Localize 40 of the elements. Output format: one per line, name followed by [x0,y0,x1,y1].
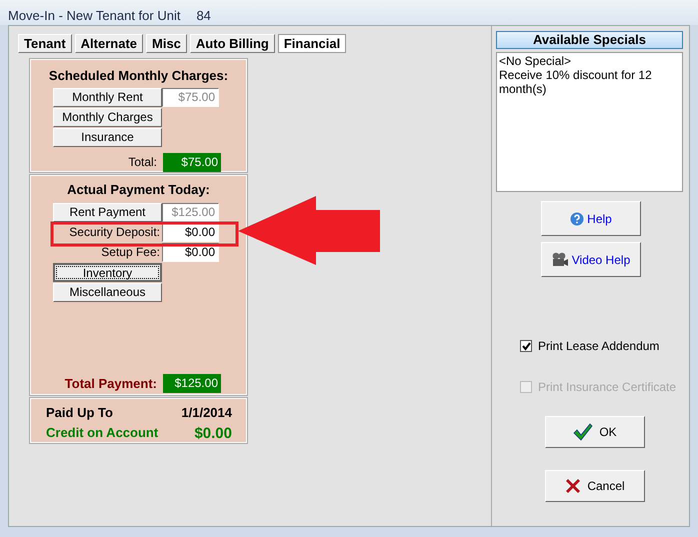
summary-value: $0.00 [194,424,232,444]
summary-label: Paid Up To [46,404,113,422]
row-button[interactable]: Monthly Rent [53,88,162,106]
help-icon [570,212,584,226]
summary-label: Credit on Account [46,424,158,442]
tab[interactable]: Tenant [18,34,72,53]
checkmark-icon [573,423,594,441]
checkbox-label: Print Insurance Certificate [538,379,676,396]
help-button[interactable]: Video Help [541,242,641,277]
row-button[interactable]: Miscellaneous [53,282,162,302]
tab[interactable]: Alternate [74,34,144,53]
window-title: Move-In - New Tenant for Unit 84 [0,0,698,25]
camera-icon [552,252,569,267]
tab[interactable]: Auto Billing [190,34,275,53]
row-button[interactable]: Monthly Charges [53,108,162,126]
checkbox[interactable] [520,340,532,352]
row-button[interactable]: Inventory [53,262,162,282]
ok-button[interactable]: OK [545,416,645,448]
row-button[interactable]: Rent Payment [53,202,162,222]
tab[interactable]: Financial [278,34,346,53]
field-label: Security Deposit: [68,224,161,240]
amount-field[interactable]: $125.00 [162,202,219,222]
field-label: Setup Fee: [100,244,161,260]
cancel-button[interactable]: Cancel [545,470,645,502]
total-amount: $125.00 [163,374,221,393]
cross-icon [565,478,582,494]
help-button[interactable]: Help [541,201,641,236]
total-label: Total Payment: [64,374,157,393]
checkbox-label: Print Lease Addendum [538,338,660,355]
tab[interactable]: Misc [146,34,187,53]
list-item[interactable]: <No Special> [499,54,680,68]
row-button[interactable]: Insurance [53,128,162,146]
amount-field[interactable]: $75.00 [162,88,219,106]
section-heading: Scheduled Monthly Charges: [48,67,230,85]
total-label: Total: [128,154,157,171]
summary-value: 1/1/2014 [181,404,232,422]
list-heading: Available Specials [496,31,683,49]
list-item[interactable]: Receive 10% discount for 12 month(s) [499,68,680,96]
total-amount: $75.00 [163,152,221,172]
section-heading: Actual Payment Today: [66,181,211,199]
